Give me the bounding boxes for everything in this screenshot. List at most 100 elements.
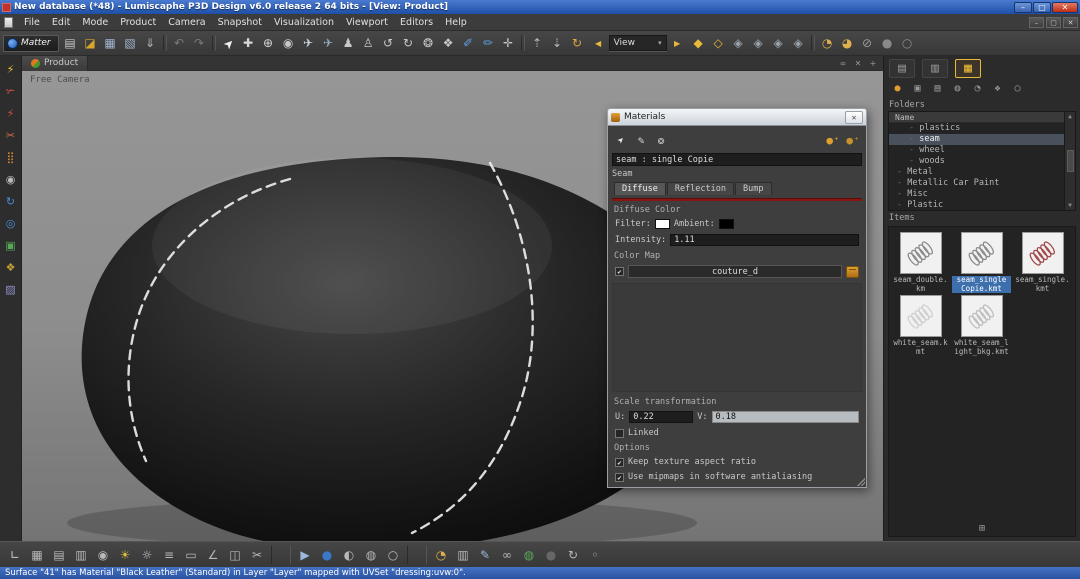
- new-file-icon[interactable]: ▤: [61, 34, 80, 53]
- new-material-icon[interactable]: ●⁺: [824, 131, 842, 149]
- examine-icon[interactable]: ◉: [279, 34, 298, 53]
- folder-item-woods[interactable]: woods: [889, 156, 1064, 167]
- prev-view-icon[interactable]: ◀: [589, 34, 608, 53]
- next-view-icon[interactable]: ▶: [668, 34, 687, 53]
- stand-person-icon[interactable]: ♙: [359, 34, 378, 53]
- snapshot-page-icon[interactable]: ▤: [49, 545, 69, 565]
- material-item[interactable]: seam_single.kmt: [1013, 232, 1072, 293]
- material-item-selected[interactable]: seam_single Copie.kmt: [952, 232, 1011, 293]
- path-icon[interactable]: ∞: [497, 545, 517, 565]
- edit-material-icon[interactable]: ✎: [632, 131, 650, 149]
- mdi-restore-button[interactable]: ▢: [1046, 17, 1061, 28]
- delete-map-icon[interactable]: [846, 266, 859, 278]
- mipmaps-checkbox[interactable]: ✔: [615, 473, 624, 482]
- menu-editors[interactable]: Editors: [394, 15, 439, 30]
- folder-item-seam[interactable]: seam: [889, 134, 1064, 145]
- tab-product[interactable]: Product: [22, 56, 88, 71]
- world-icon[interactable]: ◍: [519, 545, 539, 565]
- u-scale-field[interactable]: 0.22: [629, 411, 693, 423]
- shaper-library-tab-icon[interactable]: ▥: [922, 59, 948, 78]
- brightness-icon[interactable]: ☼: [137, 545, 157, 565]
- render-sphere-icon[interactable]: ◕: [838, 34, 857, 53]
- snapshot-camera-icon[interactable]: ◉: [2, 171, 20, 188]
- pliers-icon[interactable]: ✂: [2, 127, 20, 144]
- red-flash-icon[interactable]: ⚡: [2, 105, 20, 122]
- color-map-checkbox[interactable]: ✔: [615, 267, 624, 276]
- material-name-field[interactable]: seam : single Copie: [612, 153, 862, 166]
- drive-plane-icon[interactable]: ✈: [319, 34, 338, 53]
- redo-icon[interactable]: ↷: [190, 34, 209, 53]
- render-clock-icon[interactable]: ◔: [818, 34, 837, 53]
- folder-item-metallic-car-paint[interactable]: Metallic Car Paint: [889, 178, 1064, 189]
- fly-plane-icon[interactable]: ✈: [299, 34, 318, 53]
- down-toggle-icon[interactable]: ⇣: [548, 34, 567, 53]
- circle-diamond-icon[interactable]: ◈: [769, 34, 788, 53]
- section-icon[interactable]: ◫: [225, 545, 245, 565]
- rotate-icon[interactable]: ↻: [563, 545, 583, 565]
- menu-file[interactable]: File: [18, 15, 46, 30]
- paint-spray-icon[interactable]: ✏: [479, 34, 498, 53]
- close-button[interactable]: ✕: [1052, 2, 1078, 13]
- material-item[interactable]: seam_double.km: [891, 232, 950, 293]
- linked-checkbox[interactable]: [615, 429, 624, 438]
- menu-viewport[interactable]: Viewport: [340, 15, 394, 30]
- circle-diamond-icon[interactable]: ◈: [749, 34, 768, 53]
- circle-diamond-icon[interactable]: ◈: [789, 34, 808, 53]
- film-icon[interactable]: ▥: [453, 545, 473, 565]
- shaper-tool-icon[interactable]: ✃: [2, 83, 20, 100]
- folder-item-plastic[interactable]: Plastic: [889, 200, 1064, 210]
- scroll-down-icon[interactable]: ▼: [1068, 202, 1072, 209]
- pattern-grid-icon[interactable]: ⣿: [2, 149, 20, 166]
- material-item[interactable]: white_seam.kmt: [891, 295, 950, 356]
- gyro-icon[interactable]: ❂: [419, 34, 438, 53]
- export-icon[interactable]: ⇓: [141, 34, 160, 53]
- wire-sphere-icon[interactable]: ○: [898, 34, 917, 53]
- gold-diamond-icon[interactable]: ◆: [689, 34, 708, 53]
- turntable-icon[interactable]: ↻: [399, 34, 418, 53]
- orbit-camera-icon[interactable]: ↺: [379, 34, 398, 53]
- save-all-icon[interactable]: ▧: [121, 34, 140, 53]
- menu-help[interactable]: Help: [439, 15, 473, 30]
- zoom-icon[interactable]: ⊕: [259, 34, 278, 53]
- images-filter-icon[interactable]: ▤: [929, 81, 946, 96]
- material-item[interactable]: white_seam_light_bkg.kmt: [952, 295, 1011, 356]
- wireframe-icon[interactable]: ◍: [361, 545, 381, 565]
- paint-brush-icon[interactable]: ✐: [459, 34, 478, 53]
- materials-dialog-close-button[interactable]: ✕: [845, 111, 863, 124]
- clone-material-icon[interactable]: ●⁺: [844, 131, 862, 149]
- layers-icon[interactable]: ≡: [159, 545, 179, 565]
- name-column-header[interactable]: Name: [889, 112, 1064, 123]
- v-scale-field[interactable]: 0.18: [712, 411, 860, 423]
- ambient-color-swatch[interactable]: [719, 219, 734, 229]
- no-render-icon[interactable]: ⊘: [858, 34, 877, 53]
- menu-camera[interactable]: Camera: [162, 15, 211, 30]
- menu-visualization[interactable]: Visualization: [268, 15, 340, 30]
- dark-sphere-icon[interactable]: ●: [541, 545, 561, 565]
- menu-edit[interactable]: Edit: [46, 15, 76, 30]
- keep-aspect-checkbox[interactable]: ✔: [615, 458, 624, 467]
- angle-icon[interactable]: ∠: [203, 545, 223, 565]
- folders-scrollbar[interactable]: ▲ ▼: [1064, 112, 1075, 210]
- filter-color-swatch[interactable]: [655, 219, 670, 229]
- constraint-icon[interactable]: ❖: [439, 34, 458, 53]
- environment-sphere-icon[interactable]: ○: [383, 545, 403, 565]
- animate-icon[interactable]: ▶: [295, 545, 315, 565]
- ruler-icon[interactable]: ▭: [181, 545, 201, 565]
- pick-material-icon[interactable]: ➤: [608, 127, 633, 152]
- menu-mode[interactable]: Mode: [76, 15, 114, 30]
- materials-filter-icon[interactable]: ●: [889, 81, 906, 96]
- close-view-icon[interactable]: ✕: [851, 57, 865, 70]
- help-icon[interactable]: ◦: [585, 545, 605, 565]
- view-dropdown[interactable]: View ▾: [609, 35, 667, 51]
- scroll-up-icon[interactable]: ▲: [1068, 113, 1072, 120]
- grid-view-toggle-icon[interactable]: ⊞: [979, 523, 985, 534]
- image-icon[interactable]: ▣: [2, 237, 20, 254]
- save-icon[interactable]: ▦: [101, 34, 120, 53]
- intensity-field[interactable]: 1.11: [670, 234, 859, 246]
- folder-item-metal[interactable]: Metal: [889, 167, 1064, 178]
- sync-orbit-icon[interactable]: ↻: [2, 193, 20, 210]
- mdi-close-button[interactable]: ✕: [1063, 17, 1078, 28]
- add-view-icon[interactable]: +: [866, 57, 880, 70]
- snapshot-batch-icon[interactable]: ▥: [71, 545, 91, 565]
- folder-item-plastics[interactable]: plastics: [889, 123, 1064, 134]
